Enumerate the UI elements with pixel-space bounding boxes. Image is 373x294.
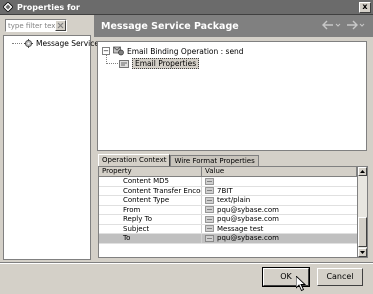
- nav-item-message-service[interactable]: Message Service: [12, 39, 99, 48]
- filter-placeholder: type filter text: [8, 21, 55, 30]
- forward-arrow-icon[interactable]: [345, 19, 365, 31]
- property-value[interactable]: pqu@sybase.com: [202, 234, 357, 243]
- table-header: Property Value: [99, 167, 357, 177]
- window-titlebar: Properties for x: [0, 0, 373, 15]
- back-arrow-icon[interactable]: [321, 19, 341, 31]
- app-diamond-icon: [3, 2, 13, 12]
- table-row[interactable]: Content MD5: [99, 177, 357, 187]
- scroll-up-button[interactable]: [358, 167, 367, 176]
- close-button[interactable]: x: [359, 2, 371, 13]
- scroll-thumb[interactable]: [358, 217, 367, 247]
- property-value-text: 7BIT: [217, 186, 233, 195]
- arrow-down-icon: [360, 251, 365, 254]
- tree-node-email-properties[interactable]: Email Properties: [119, 58, 200, 69]
- property-tabs: Operation Context Wire Format Properties: [98, 154, 259, 167]
- tree-node-label: Email Properties: [132, 58, 200, 69]
- property-name: Subject: [99, 224, 202, 233]
- table-row[interactable]: Subject Message test: [99, 224, 357, 234]
- history-nav: [321, 19, 365, 31]
- property-name: Content Type: [99, 196, 202, 205]
- tree-connector: [12, 43, 22, 44]
- collapse-toggle[interactable]: −: [102, 47, 110, 55]
- value-field-icon: [205, 196, 214, 204]
- property-name: Content Transfer Encodin: [99, 186, 202, 195]
- binding-operation-icon: [113, 46, 124, 56]
- tree-node-binding-operation[interactable]: − Email Binding Operation : send: [102, 46, 244, 56]
- operation-tree[interactable]: − Email Binding Operation : send Email P…: [97, 41, 367, 151]
- tab-operation-context[interactable]: Operation Context: [98, 154, 171, 166]
- close-icon: x: [362, 2, 368, 11]
- window-title: Properties for: [17, 2, 80, 12]
- property-value-text: pqu@sybase.com: [217, 234, 279, 243]
- property-value-text: Message test: [217, 224, 264, 233]
- preference-nav-tree[interactable]: Message Service: [3, 35, 99, 260]
- arrow-up-icon: [360, 170, 365, 173]
- value-field-icon: [205, 225, 214, 233]
- mouse-pointer-icon: [296, 276, 306, 292]
- property-value[interactable]: [202, 177, 357, 186]
- property-value[interactable]: pqu@sybase.com: [202, 206, 357, 215]
- scroll-down-button[interactable]: [358, 248, 367, 257]
- property-value[interactable]: text/plain: [202, 196, 357, 205]
- page-header: Message Service Package: [94, 15, 373, 37]
- clear-filter-icon: [57, 22, 64, 29]
- clear-filter-button[interactable]: [55, 20, 66, 31]
- value-field-icon: [205, 234, 214, 242]
- property-value-text: text/plain: [217, 196, 251, 205]
- tree-connector: [107, 63, 118, 64]
- table-row[interactable]: From pqu@sybase.com: [99, 205, 357, 215]
- tree-node-label: Email Binding Operation : send: [127, 46, 244, 56]
- nav-item-label: Message Service: [36, 39, 99, 48]
- property-value-text: pqu@sybase.com: [217, 215, 279, 224]
- gear-icon: [24, 39, 33, 48]
- value-field-icon: [205, 215, 214, 223]
- page-title: Message Service Package: [101, 20, 239, 32]
- column-header-value[interactable]: Value: [202, 167, 357, 176]
- table-row[interactable]: Content Transfer Encodin 7BIT: [99, 186, 357, 196]
- table-row-selected[interactable]: To pqu@sybase.com: [99, 234, 357, 244]
- property-name: Content MD5: [99, 177, 202, 186]
- dialog-separator: [0, 262, 373, 264]
- table-scrollbar[interactable]: [358, 166, 368, 258]
- cancel-button[interactable]: Cancel: [317, 268, 363, 286]
- table-row[interactable]: Reply To pqu@sybase.com: [99, 215, 357, 225]
- properties-icon: [119, 59, 129, 68]
- property-name: To: [99, 234, 202, 243]
- property-name: From: [99, 205, 202, 214]
- table-row[interactable]: Content Type text/plain: [99, 196, 357, 206]
- value-field-icon: [205, 206, 214, 214]
- filter-input[interactable]: type filter text: [5, 19, 67, 32]
- column-header-property[interactable]: Property: [99, 167, 202, 176]
- property-value[interactable]: 7BIT: [202, 187, 357, 196]
- property-value[interactable]: Message test: [202, 225, 357, 234]
- property-table: Property Value Content MD5 Content Trans…: [98, 166, 358, 258]
- value-field-icon: [205, 177, 214, 185]
- property-value[interactable]: pqu@sybase.com: [202, 215, 357, 224]
- value-field-icon: [205, 187, 214, 195]
- property-name: Reply To: [99, 215, 202, 224]
- property-value-text: pqu@sybase.com: [217, 205, 279, 214]
